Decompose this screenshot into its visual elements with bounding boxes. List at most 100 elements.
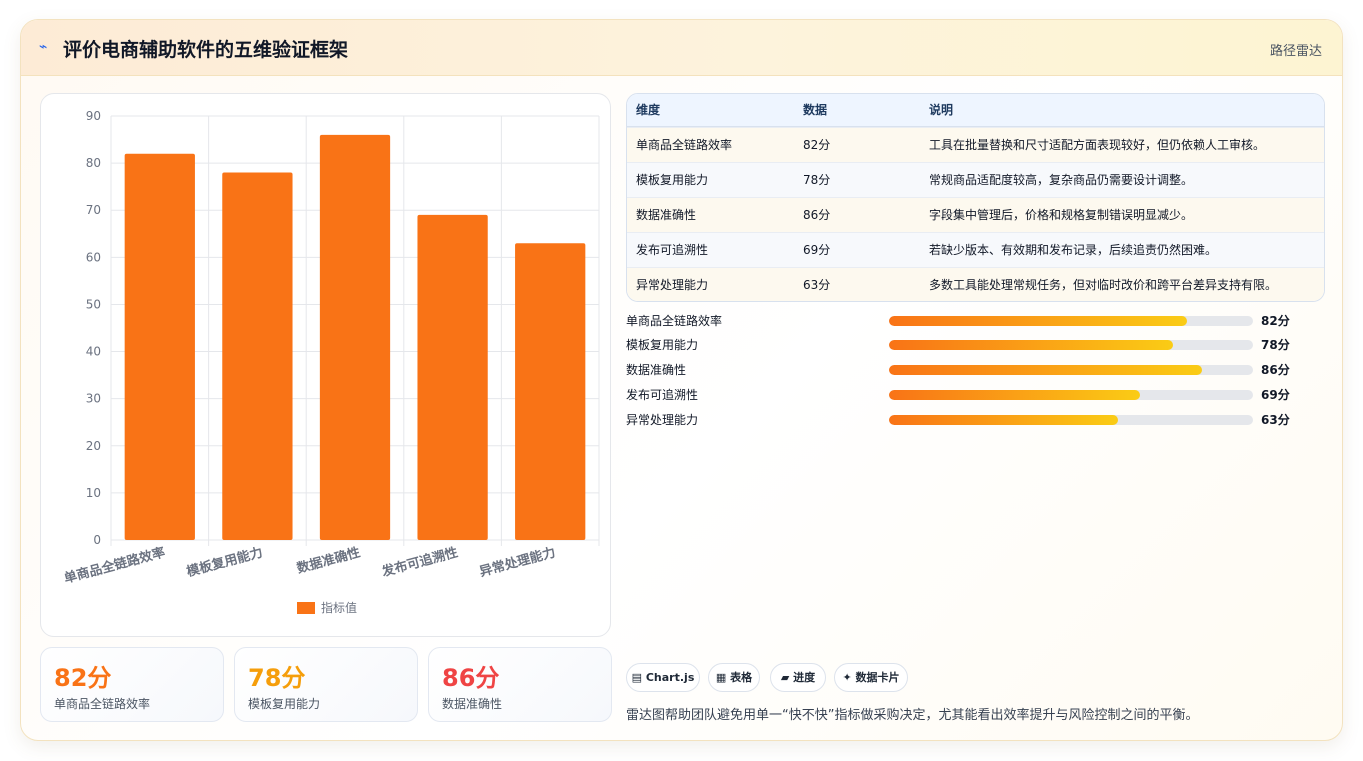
table-cell: 数据准确性 bbox=[636, 208, 697, 222]
table-cell: 82分 bbox=[803, 138, 831, 152]
chip-data-card[interactable]: ✦ 数据卡片 bbox=[834, 663, 908, 692]
progress-row: 异常处理能力 63分 bbox=[626, 412, 1316, 428]
kpi-label: 模板复用能力 bbox=[248, 697, 321, 711]
column-header: 维度 bbox=[636, 103, 661, 117]
table-row: 模板复用能力 78分 常规商品适配度较高，复杂商品仍需要设计调整。 bbox=[627, 162, 1324, 197]
progress-fill bbox=[889, 390, 1141, 400]
progress-icon: ▰ bbox=[780, 671, 790, 684]
sparkle-icon: ✦ bbox=[842, 671, 852, 684]
table-cell: 工具在批量替换和尺寸适配方面表现较好，但仍依赖人工审核。 bbox=[929, 138, 1266, 152]
progress-row: 数据准确性 86分 bbox=[626, 362, 1316, 378]
bar bbox=[222, 172, 293, 540]
progress-value: 86分 bbox=[1261, 363, 1290, 377]
table-cell: 单商品全链路效率 bbox=[636, 138, 733, 152]
progress-value: 63分 bbox=[1261, 413, 1290, 427]
progress-label: 单商品全链路效率 bbox=[626, 314, 723, 328]
header-bar: ⌁ 评价电商辅助软件的五维验证框架 路径雷达 bbox=[21, 20, 1342, 76]
progress-row: 发布可追溯性 69分 bbox=[626, 387, 1316, 403]
table-cell: 多数工具能处理常规任务，但对临时改价和跨平台差异支持有限。 bbox=[929, 278, 1278, 292]
progress-value: 82分 bbox=[1261, 314, 1290, 328]
page-title: 评价电商辅助软件的五维验证框架 bbox=[63, 39, 349, 61]
chip-label: 进度 bbox=[793, 671, 816, 684]
y-tick-label: 20 bbox=[86, 439, 101, 453]
lightning-icon: ⌁ bbox=[39, 39, 48, 55]
kpi-label: 单商品全链路效率 bbox=[54, 697, 151, 711]
progress-track bbox=[889, 365, 1253, 375]
table-cell: 常规商品适配度较高，复杂商品仍需要设计调整。 bbox=[929, 173, 1194, 187]
view-badge[interactable]: 路径雷达 bbox=[1270, 40, 1322, 59]
progress-label: 异常处理能力 bbox=[626, 413, 699, 427]
table-row: 单商品全链路效率 82分 工具在批量替换和尺寸适配方面表现较好，但仍依赖人工审核… bbox=[627, 127, 1324, 162]
chip-table[interactable]: ▦ 表格 bbox=[708, 663, 760, 692]
kpi-value: 86分 bbox=[442, 664, 500, 692]
y-tick-label: 10 bbox=[86, 486, 101, 500]
table-cell: 86分 bbox=[803, 208, 831, 222]
table-cell: 若缺少版本、有效期和发布记录，后续追责仍然困难。 bbox=[929, 243, 1218, 257]
chip-progress[interactable]: ▰ 进度 bbox=[770, 663, 826, 692]
progress-fill bbox=[889, 415, 1119, 425]
progress-label: 发布可追溯性 bbox=[626, 388, 699, 402]
progress-track bbox=[889, 415, 1253, 425]
progress-track bbox=[889, 316, 1253, 326]
table-row: 数据准确性 86分 字段集中管理后，价格和规格复制错误明显减少。 bbox=[627, 197, 1324, 232]
legend-swatch bbox=[297, 602, 315, 614]
table-cell: 发布可追溯性 bbox=[636, 243, 709, 257]
bar bbox=[417, 214, 488, 540]
table-cell: 78分 bbox=[803, 173, 831, 187]
x-tick-label: 异常处理能力 bbox=[478, 544, 557, 580]
kpi-label: 数据准确性 bbox=[442, 697, 503, 711]
progress-label: 模板复用能力 bbox=[626, 338, 699, 352]
progress-label: 数据准确性 bbox=[626, 363, 687, 377]
y-tick-label: 30 bbox=[86, 392, 101, 406]
table-cell: 模板复用能力 bbox=[636, 173, 709, 187]
x-tick-label: 单商品全链路效率 bbox=[62, 544, 167, 586]
bar bbox=[124, 153, 195, 540]
kpi-card: 86分 数据准确性 bbox=[428, 647, 612, 722]
y-tick-label: 40 bbox=[86, 345, 101, 359]
chip-label: 数据卡片 bbox=[855, 671, 900, 684]
table-row: 异常处理能力 63分 多数工具能处理常规任务，但对临时改价和跨平台差异支持有限。 bbox=[627, 267, 1324, 301]
bar bbox=[515, 243, 586, 540]
progress-track bbox=[889, 340, 1253, 350]
table-cell: 异常处理能力 bbox=[636, 278, 709, 292]
y-tick-label: 90 bbox=[86, 109, 101, 123]
y-tick-label: 60 bbox=[86, 250, 101, 264]
y-tick-label: 80 bbox=[86, 156, 101, 170]
chip-label: Chart.js bbox=[645, 671, 695, 684]
kpi-value: 82分 bbox=[54, 664, 112, 692]
progress-track bbox=[889, 390, 1253, 400]
table-row: 发布可追溯性 69分 若缺少版本、有效期和发布记录，后续追责仍然困难。 bbox=[627, 232, 1324, 267]
progress-fill bbox=[889, 365, 1203, 375]
column-header: 数据 bbox=[803, 103, 828, 117]
x-tick-label: 模板复用能力 bbox=[185, 544, 264, 580]
progress-row: 模板复用能力 78分 bbox=[626, 337, 1316, 353]
bar-chart: 0 10 20 30 40 50 60 70 80 90 单商品全链路效率 模板复用能力 数据准确性 发布… bbox=[62, 109, 600, 615]
progress-row: 单商品全链路效率 82分 bbox=[626, 313, 1316, 329]
table-cell: 63分 bbox=[803, 278, 831, 292]
chip-label: 表格 bbox=[730, 671, 753, 684]
legend-label: 指标值 bbox=[321, 600, 357, 615]
bar-chart-panel: 0 10 20 30 40 50 60 70 80 90 单商品全链路效率 模板复用能力 数据准确性 发布… bbox=[40, 93, 611, 637]
kpi-value: 78分 bbox=[248, 664, 306, 692]
dashboard-card: ⌁ 评价电商辅助软件的五维验证框架 路径雷达 0 10 20 30 40 50 60 70 80… bbox=[20, 19, 1343, 741]
progress-value: 69分 bbox=[1261, 388, 1290, 402]
y-tick-label: 50 bbox=[86, 297, 101, 311]
chip-chartjs[interactable]: ▤ Chart.js bbox=[626, 663, 700, 692]
progress-value: 78分 bbox=[1261, 338, 1290, 352]
table-icon: ▦ bbox=[715, 671, 727, 684]
kpi-card: 82分 单商品全链路效率 bbox=[40, 647, 224, 722]
footer-note: 雷达图帮助团队避免用单一“快不快”指标做采购决定，尤其能看出效率提升与风险控制之… bbox=[626, 708, 1199, 723]
x-tick-label: 发布可追溯性 bbox=[379, 544, 459, 580]
table-header-row: 维度 数据 说明 bbox=[627, 94, 1324, 127]
y-tick-label: 0 bbox=[93, 533, 101, 547]
dimension-table: 维度 数据 说明 单商品全链路效率 82分 工具在批量替换和尺寸适配方面表现较好… bbox=[626, 93, 1325, 302]
table-cell: 字段集中管理后，价格和规格复制错误明显减少。 bbox=[929, 208, 1194, 222]
kpi-card: 78分 模板复用能力 bbox=[234, 647, 418, 722]
x-tick-label: 数据准确性 bbox=[295, 544, 362, 576]
bar bbox=[319, 134, 391, 540]
table-cell: 69分 bbox=[803, 243, 831, 257]
progress-fill bbox=[889, 340, 1173, 350]
y-tick-label: 70 bbox=[86, 203, 101, 217]
progress-fill bbox=[889, 316, 1188, 326]
chart-icon: ▤ bbox=[631, 671, 643, 684]
